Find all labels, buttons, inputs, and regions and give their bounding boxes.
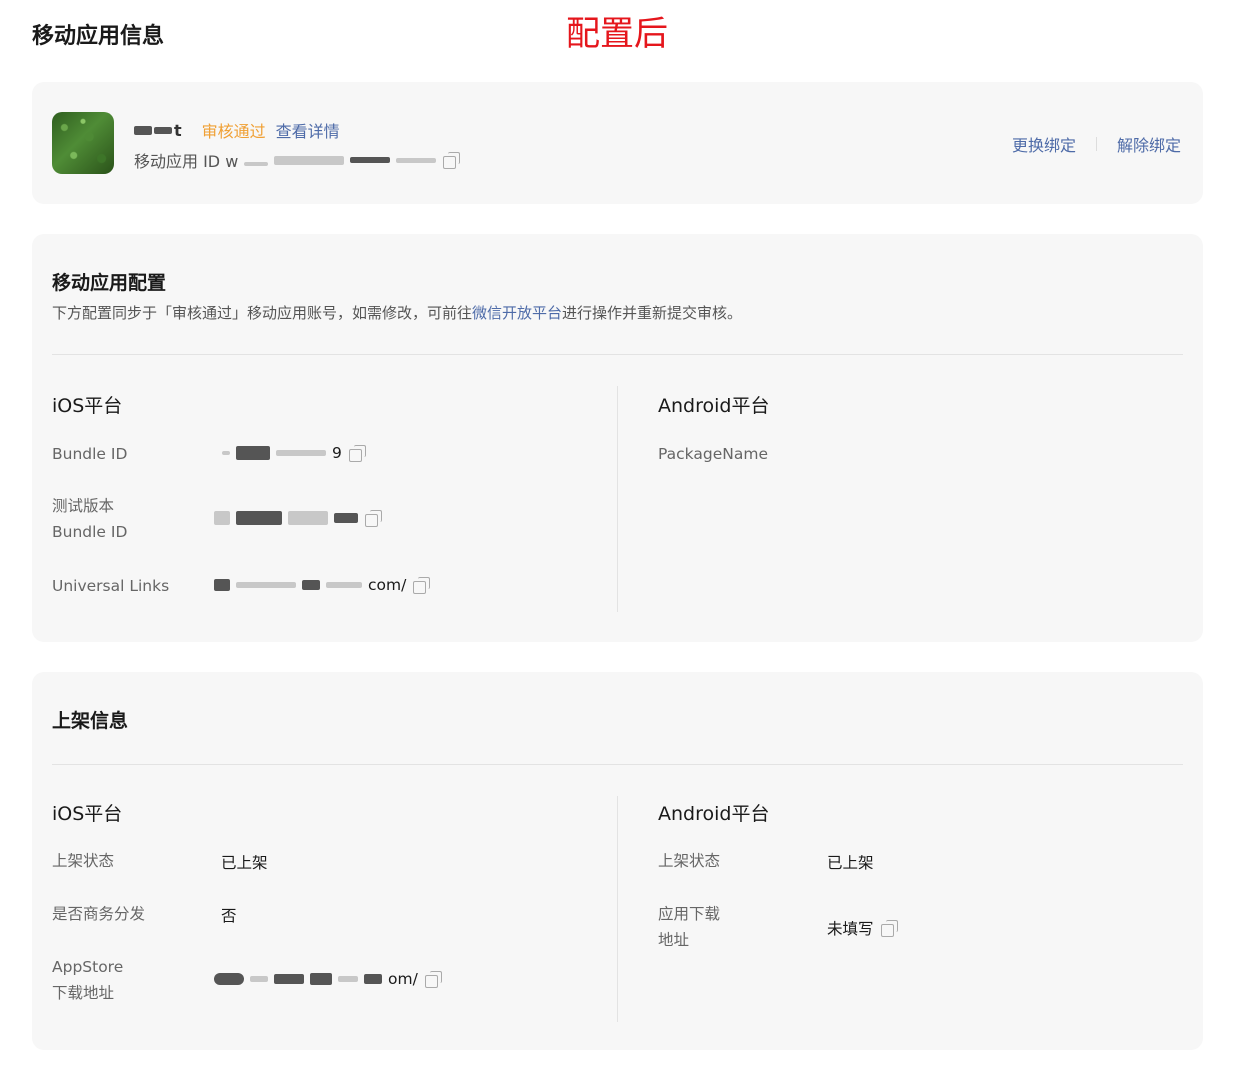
package-name-label: PackageName xyxy=(658,445,768,463)
copy-icon[interactable] xyxy=(442,151,461,169)
copy-icon[interactable] xyxy=(348,444,366,462)
android-status-value: 已上架 xyxy=(827,854,874,872)
masked-text xyxy=(350,157,391,163)
app-name-row: t 审核通过 查看详情 xyxy=(134,118,340,142)
appstore-url-label: AppStore 下载地址 xyxy=(52,958,124,1002)
android-listing-title: Android平台 xyxy=(658,803,770,825)
bundle-id-value: 9 xyxy=(222,444,366,462)
ios-status-value: 已上架 xyxy=(221,854,268,872)
config-description: 下方配置同步于「审核通过」移动应用账号，如需修改，可前往微信开放平台进行操作并重… xyxy=(52,304,743,322)
android-download-url-value: 未填写 xyxy=(827,917,898,939)
masked-text xyxy=(396,157,437,163)
ios-status-label: 上架状态 xyxy=(52,852,115,870)
copy-icon[interactable] xyxy=(424,970,442,988)
config-card: 移动应用配置 下方配置同步于「审核通过」移动应用账号，如需修改，可前往微信开放平… xyxy=(32,234,1203,642)
android-download-url-label: 应用下载 地址 xyxy=(658,905,721,949)
status-badge: 审核通过 xyxy=(201,122,266,141)
test-bundle-id-label: 测试版本 Bundle ID xyxy=(52,497,128,541)
universal-links-label: Universal Links xyxy=(52,577,170,595)
unbind-button[interactable]: 解除绑定 xyxy=(1117,132,1181,156)
bundle-id-label: Bundle ID xyxy=(52,445,128,463)
app-name: t xyxy=(134,121,182,140)
android-status-label: 上架状态 xyxy=(658,852,721,870)
test-bundle-id-value xyxy=(214,509,382,527)
app-id-label: 移动应用 ID w xyxy=(134,152,239,171)
column-divider xyxy=(617,796,618,1022)
appstore-url-value: om/ xyxy=(214,970,442,988)
change-binding-button[interactable]: 更换绑定 xyxy=(1012,132,1076,156)
action-divider xyxy=(1095,137,1097,151)
annotation-banner: 配置后 xyxy=(566,14,668,54)
app-icon xyxy=(52,112,114,174)
listing-card: 上架信息 iOS平台 上架状态 已上架 是否商务分发 否 AppStore 下载… xyxy=(32,672,1203,1050)
view-details-link[interactable]: 查看详情 xyxy=(276,118,340,142)
ios-platform-title: iOS平台 xyxy=(52,395,123,417)
masked-text xyxy=(134,125,152,135)
business-distribution-value: 否 xyxy=(221,907,237,925)
binding-actions: 更换绑定 解除绑定 xyxy=(1012,132,1181,156)
section-divider xyxy=(52,354,1183,355)
universal-links-value: com/ xyxy=(214,576,431,594)
business-distribution-label: 是否商务分发 xyxy=(52,905,146,923)
listing-title: 上架信息 xyxy=(52,710,129,732)
config-title: 移动应用配置 xyxy=(52,272,167,294)
column-divider xyxy=(617,386,618,612)
section-divider xyxy=(52,764,1183,765)
copy-icon[interactable] xyxy=(880,919,898,937)
copy-icon[interactable] xyxy=(364,509,382,527)
copy-icon[interactable] xyxy=(412,576,431,594)
ios-listing-title: iOS平台 xyxy=(52,803,123,825)
wechat-open-platform-link[interactable]: 微信开放平台 xyxy=(472,304,562,322)
page-title: 移动应用信息 xyxy=(32,24,165,49)
android-platform-title: Android平台 xyxy=(658,395,770,417)
masked-text xyxy=(244,162,269,166)
masked-text xyxy=(274,155,345,165)
app-id-row: 移动应用 ID w xyxy=(134,148,461,172)
app-card: t 审核通过 查看详情 移动应用 ID w 更换绑定 解除绑定 xyxy=(32,82,1203,204)
masked-text xyxy=(154,126,172,134)
